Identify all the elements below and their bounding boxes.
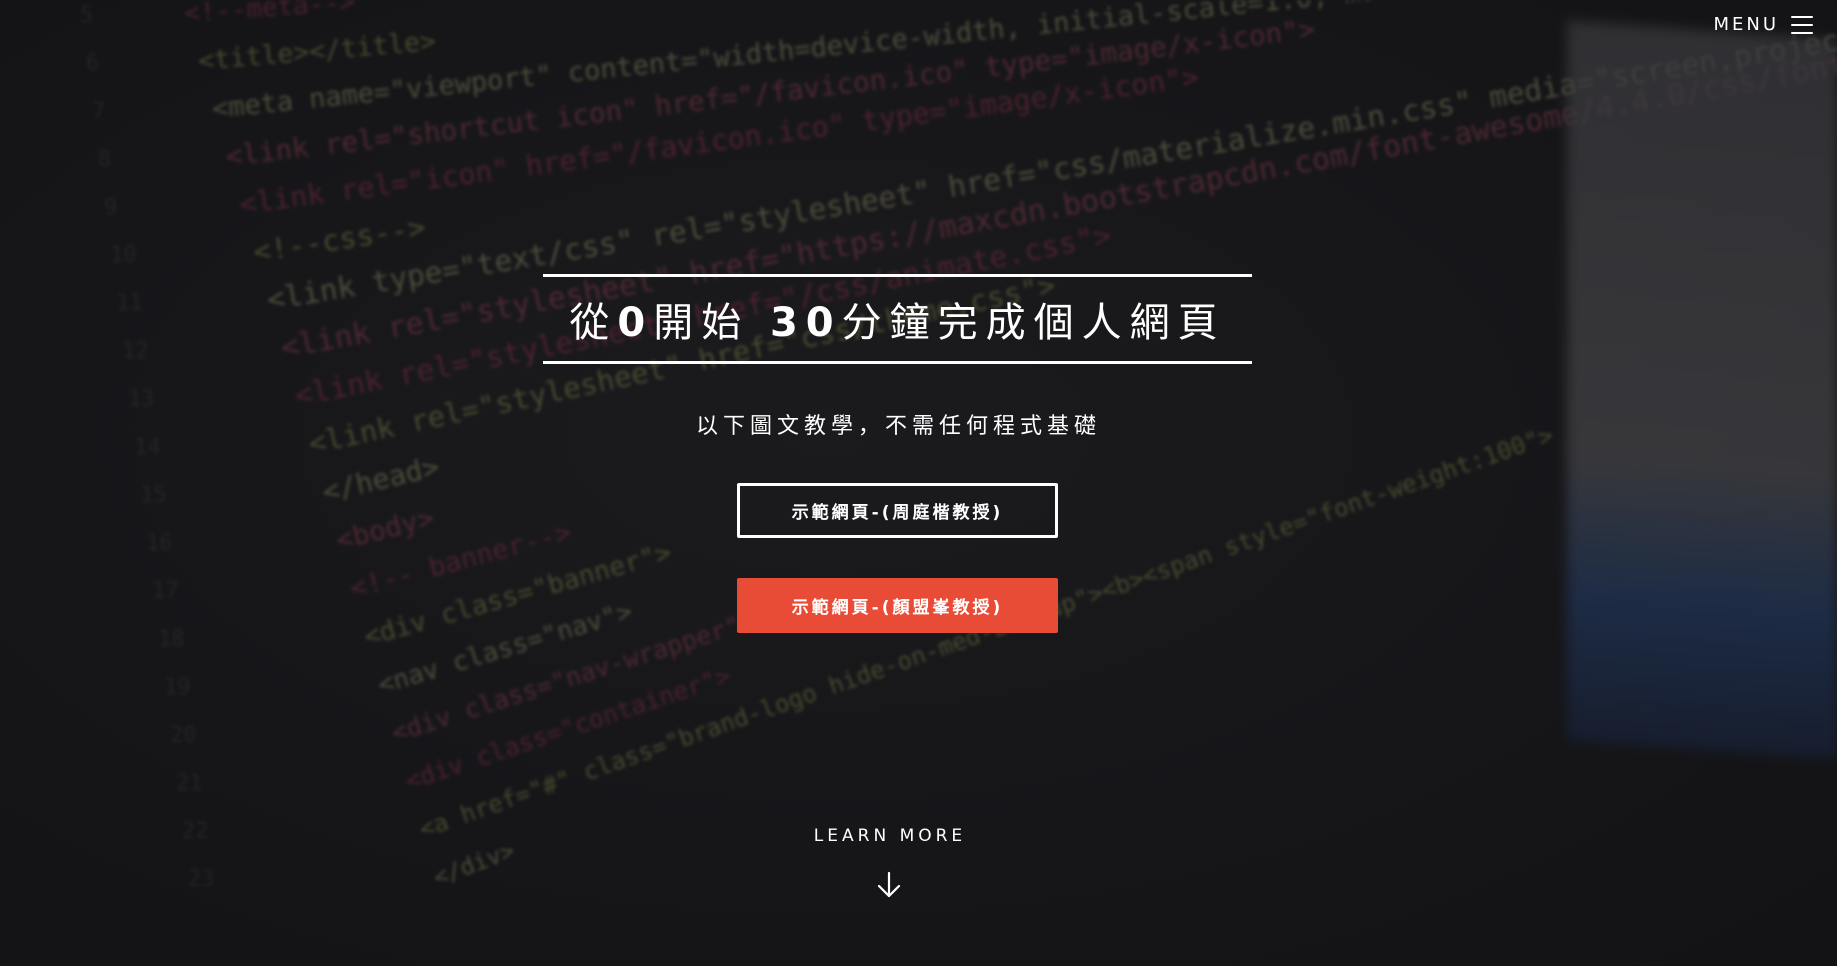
learn-more-link[interactable]: LEARN MORE	[0, 826, 1780, 846]
hero-subtitle: 以下圖文教學，不需任何程式基礎	[695, 414, 1101, 439]
title-part-3: 分鐘完成個人網頁	[841, 300, 1226, 346]
demo-page-button-1[interactable]: 示範網頁-(周庭楷教授)	[737, 483, 1058, 538]
hero-section: <!--meta--> <title></title> <meta name="vi…	[0, 0, 1837, 966]
hero-title-box: 從0開始 30分鐘完成個人網頁	[543, 274, 1252, 364]
hero-content: 從0開始 30分鐘完成個人網頁 以下圖文教學，不需任何程式基礎 示範網頁-(周庭…	[0, 0, 1837, 966]
title-part-2: 開始	[653, 300, 770, 346]
hero-title: 從0開始 30分鐘完成個人網頁	[569, 290, 1225, 348]
title-number-1: 0	[617, 300, 654, 346]
arrow-down-icon[interactable]	[874, 870, 904, 900]
title-number-2: 30	[769, 300, 842, 346]
demo-page-button-2[interactable]: 示範網頁-(顏盟峯教授)	[737, 578, 1058, 633]
title-part-1: 從	[569, 300, 618, 346]
